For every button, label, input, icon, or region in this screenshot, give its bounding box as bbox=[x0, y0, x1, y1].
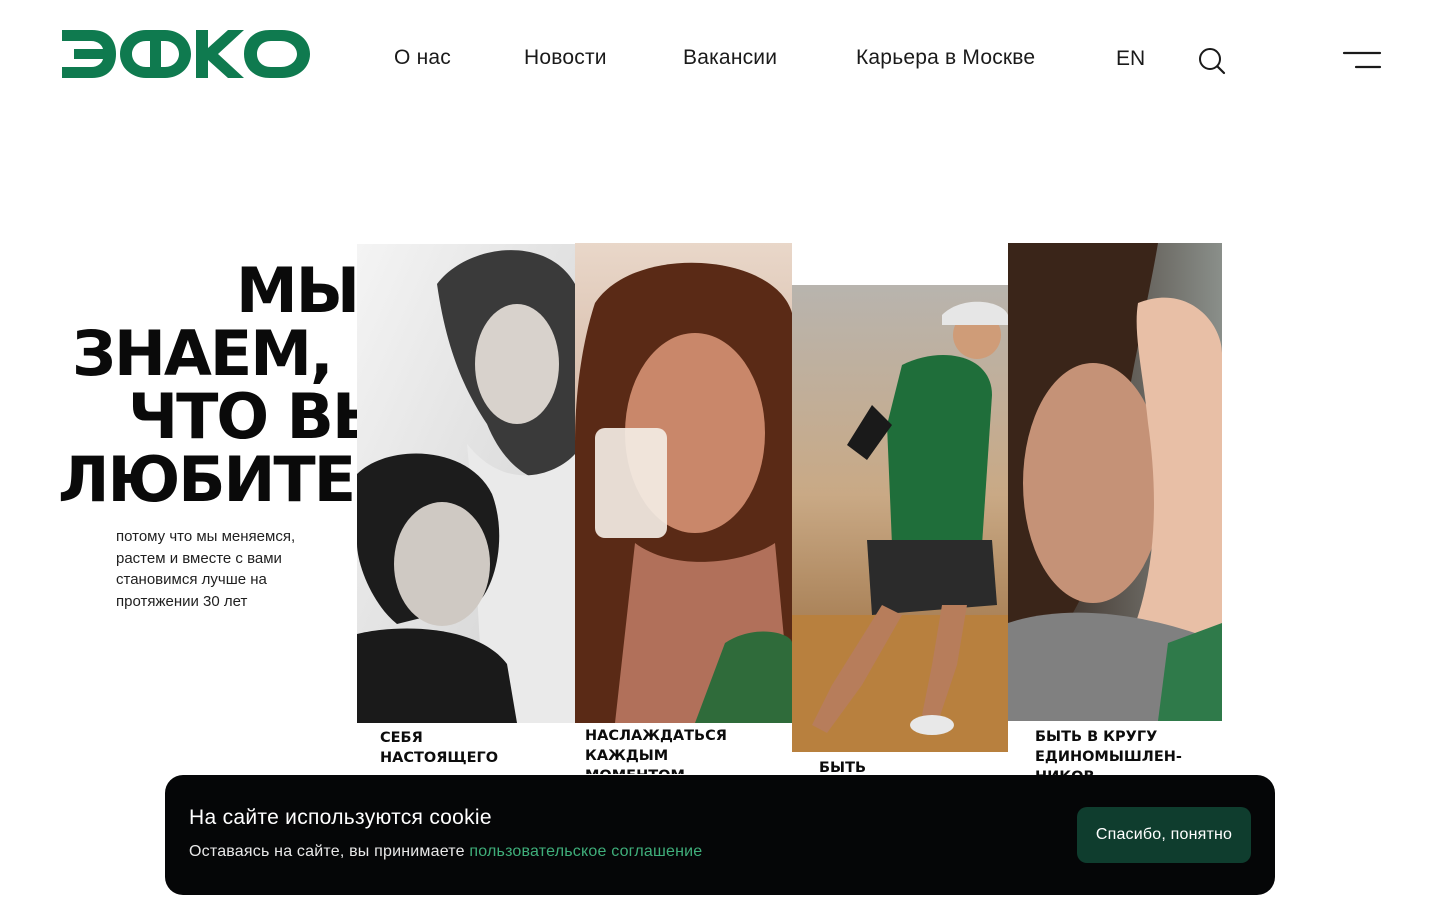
bw-portrait-image bbox=[357, 244, 575, 723]
hero-title-line: МЫ bbox=[236, 254, 360, 327]
woman-drinking-image bbox=[575, 243, 792, 723]
runner-image bbox=[792, 285, 1008, 752]
menu-icon[interactable] bbox=[1342, 50, 1382, 72]
hero-subtitle: потому что мы меняемся, растем и вместе … bbox=[116, 528, 296, 610]
search-icon[interactable] bbox=[1198, 47, 1226, 75]
cookie-banner: На сайте используются cookie Оставаясь н… bbox=[165, 775, 1275, 895]
panel-caption: НАСЛАЖДАТЬСЯ КАЖДЫМ МОМЕНТОМ bbox=[585, 728, 727, 774]
mother-baby-image bbox=[1008, 243, 1222, 721]
panel-caption: БЫТЬ bbox=[819, 760, 867, 775]
nav-item-vacancies[interactable]: Вакансии bbox=[683, 46, 777, 70]
panel-caption: БЫТЬ В КРУГУ ЕДИНОМЫШЛЕН- НИКОВ bbox=[1035, 729, 1182, 775]
language-switch[interactable]: EN bbox=[1116, 47, 1145, 71]
hero-title-line: ЗНАЕМ, bbox=[72, 317, 334, 390]
hero-title-line: ЛЮБИТЕ, bbox=[58, 443, 378, 516]
site-header: О нас Новости Вакансии Карьера в Москве … bbox=[0, 0, 1440, 120]
nav-item-news[interactable]: Новости bbox=[524, 46, 607, 70]
panel-image-self[interactable] bbox=[357, 244, 575, 723]
panel-image-enjoy[interactable] bbox=[575, 243, 792, 723]
cookie-title: На сайте используются cookie bbox=[189, 806, 492, 829]
panel-image-be[interactable] bbox=[792, 285, 1008, 752]
panel-image-circle[interactable] bbox=[1008, 243, 1222, 721]
hero-title-line: ЧТО ВЫ bbox=[128, 380, 396, 453]
panel-caption: СЕБЯ НАСТОЯЩЕГО bbox=[380, 730, 499, 766]
efko-logo[interactable] bbox=[60, 28, 312, 80]
nav-item-about[interactable]: О нас bbox=[394, 46, 451, 70]
user-agreement-link[interactable]: пользовательское соглашение bbox=[469, 843, 702, 860]
nav-item-career-moscow[interactable]: Карьера в Москве bbox=[856, 46, 1035, 70]
cookie-accept-button[interactable]: Спасибо, понятно bbox=[1077, 807, 1251, 863]
cookie-text: Оставаясь на сайте, вы принимаете пользо… bbox=[189, 843, 702, 861]
cookie-text-label: Оставаясь на сайте, вы принимаете bbox=[189, 843, 470, 860]
